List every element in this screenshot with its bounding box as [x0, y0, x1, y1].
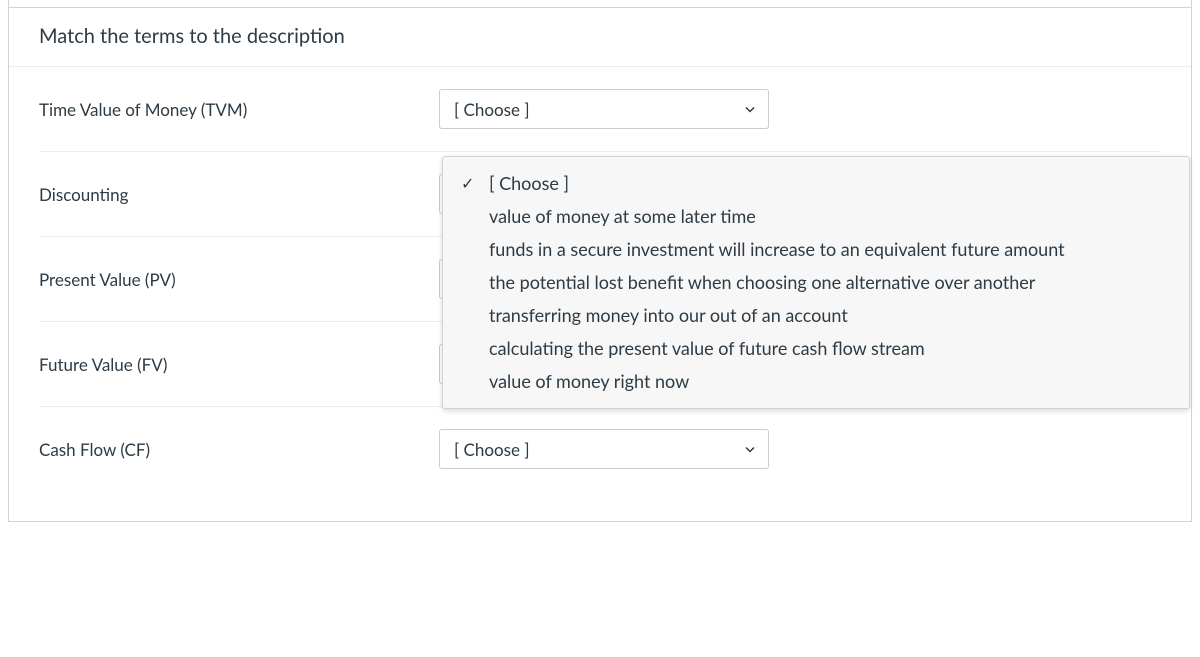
- option-label: value of money right now: [489, 370, 689, 392]
- option-label: [ Choose ]: [489, 172, 569, 194]
- chevron-down-icon: [744, 439, 756, 460]
- select-cf[interactable]: [ Choose ]: [439, 429, 769, 469]
- term-label: Discounting: [39, 184, 439, 205]
- select-tvm[interactable]: [ Choose ]: [439, 89, 769, 129]
- select-wrap: [ Choose ]: [439, 429, 769, 469]
- chevron-down-icon: [744, 99, 756, 120]
- term-label: Cash Flow (CF): [39, 439, 439, 460]
- dropdown-menu: ✓ [ Choose ] value of money at some late…: [442, 156, 1190, 409]
- dropdown-option[interactable]: the potential lost benefit when choosing…: [443, 266, 1189, 299]
- term-label: Future Value (FV): [39, 354, 439, 375]
- option-label: the potential lost benefit when choosing…: [489, 271, 1035, 293]
- dropdown-option[interactable]: calculating the present value of future …: [443, 332, 1189, 365]
- select-value: [ Choose ]: [454, 439, 530, 460]
- dropdown-option[interactable]: funds in a secure investment will increa…: [443, 233, 1189, 266]
- option-label: transferring money into our out of an ac…: [489, 304, 848, 326]
- match-row: Cash Flow (CF) [ Choose ]: [39, 407, 1161, 491]
- option-label: value of money at some later time: [489, 205, 756, 227]
- option-label: calculating the present value of future …: [489, 337, 925, 359]
- select-value: [ Choose ]: [454, 99, 530, 120]
- match-row: Time Value of Money (TVM) [ Choose ]: [39, 67, 1161, 152]
- dropdown-option[interactable]: transferring money into our out of an ac…: [443, 299, 1189, 332]
- term-label: Present Value (PV): [39, 269, 439, 290]
- option-label: funds in a secure investment will increa…: [489, 238, 1065, 260]
- check-icon: ✓: [461, 172, 474, 196]
- question-prompt: Match the terms to the description: [9, 0, 1191, 67]
- dropdown-option[interactable]: value of money at some later time: [443, 200, 1189, 233]
- dropdown-option-choose[interactable]: ✓ [ Choose ]: [443, 167, 1189, 200]
- term-label: Time Value of Money (TVM): [39, 99, 439, 120]
- select-wrap: [ Choose ]: [439, 89, 769, 129]
- dropdown-option[interactable]: value of money right now: [443, 365, 1189, 398]
